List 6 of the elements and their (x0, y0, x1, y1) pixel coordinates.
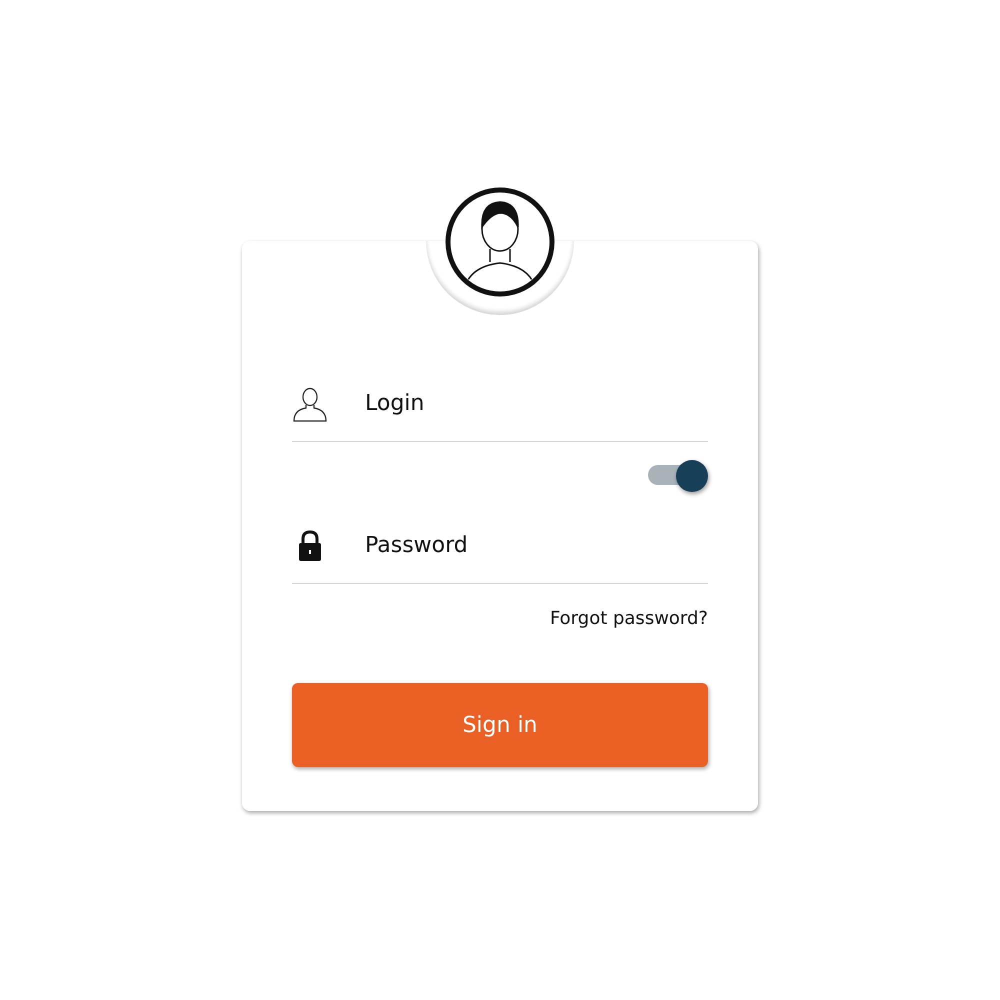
password-field[interactable]: Password (365, 533, 665, 558)
avatar-icon (445, 187, 555, 297)
forgot-password-link[interactable]: Forgot password? (550, 608, 708, 629)
toggle-switch[interactable] (648, 460, 708, 490)
login-field[interactable]: Login (365, 391, 665, 416)
user-icon (292, 386, 328, 422)
